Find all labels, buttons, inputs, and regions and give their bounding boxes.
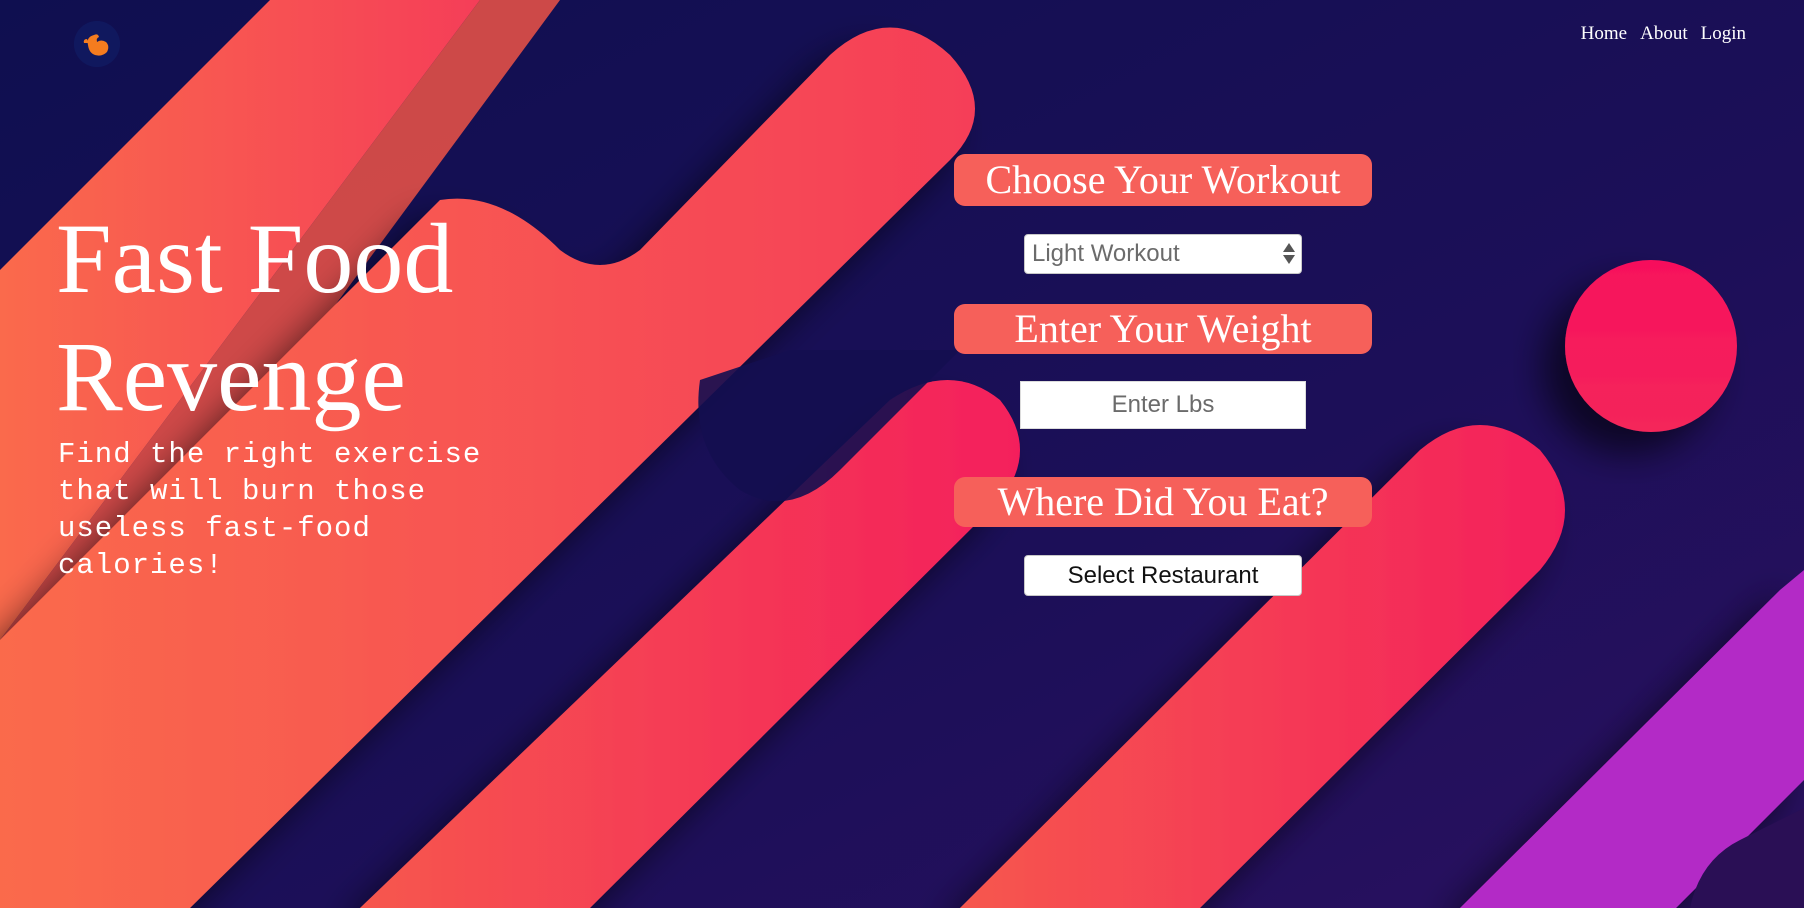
restaurant-heading: Where Did You Eat?: [954, 477, 1372, 527]
select-restaurant-button[interactable]: Select Restaurant: [1024, 555, 1302, 596]
flexed-bicep-icon: [74, 21, 120, 67]
top-nav: Home About Login: [1581, 23, 1746, 45]
hero-title: Fast Food Revenge: [56, 203, 454, 432]
workout-select[interactable]: Light Workout: [1024, 234, 1302, 274]
nav-login-link[interactable]: Login: [1701, 23, 1746, 45]
weight-heading: Enter Your Weight: [954, 304, 1372, 354]
nav-about-link[interactable]: About: [1640, 23, 1688, 45]
workout-heading: Choose Your Workout: [954, 154, 1372, 206]
hero-subtitle: Find the right exercise that will burn t…: [58, 438, 482, 582]
select-arrows-icon: [1283, 243, 1295, 265]
logo[interactable]: [74, 21, 120, 67]
nav-home-link[interactable]: Home: [1581, 23, 1627, 45]
workout-select-value: Light Workout: [1032, 240, 1180, 267]
weight-input[interactable]: [1020, 381, 1306, 429]
